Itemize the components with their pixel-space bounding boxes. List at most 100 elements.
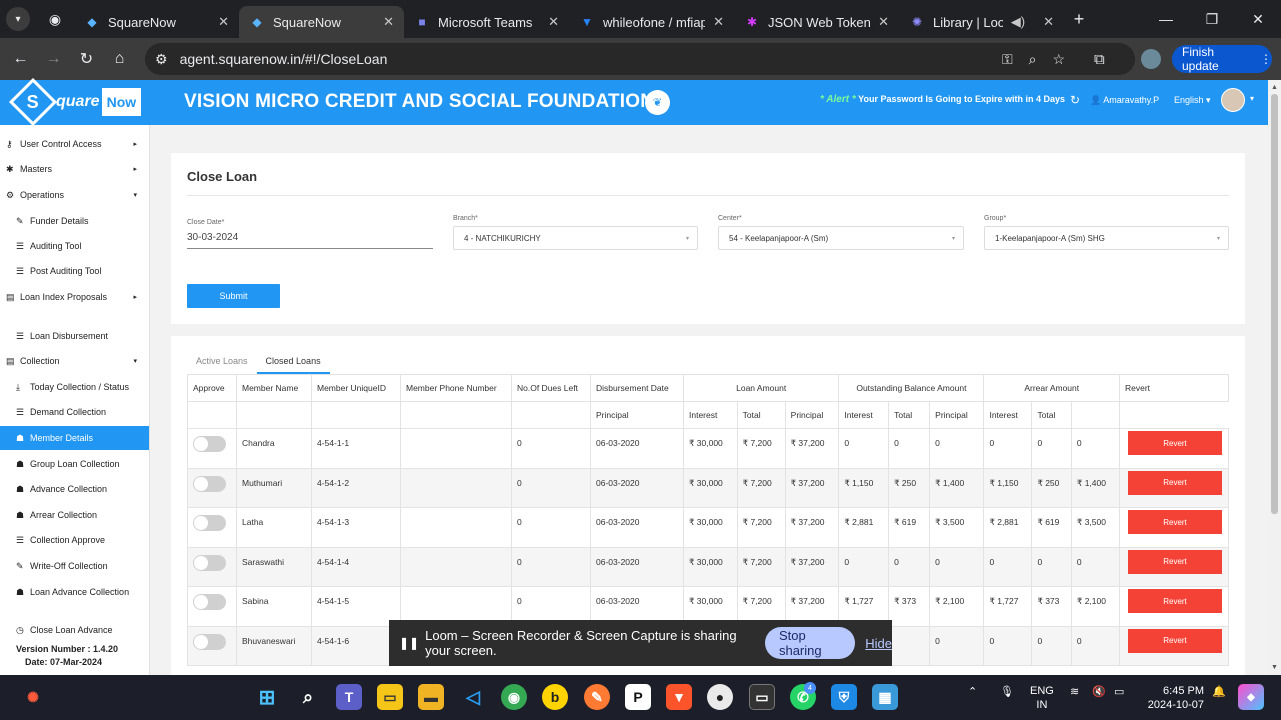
revert-button[interactable]: Revert (1128, 549, 1222, 574)
password-key-icon[interactable]: ⚿ (1002, 51, 1013, 68)
browser-tab[interactable]: ✺ Library | Loom ◀) ✕ (899, 6, 1064, 38)
revert-button[interactable]: Revert (1128, 510, 1222, 534)
revert-button[interactable]: Revert (1128, 470, 1222, 495)
tab-active-loans[interactable]: Active Loans (187, 348, 257, 374)
page-scrollbar[interactable]: ▲ ▼ (1268, 80, 1281, 675)
center-select[interactable]: 54 - Keelapanjapoor-A (Sm) ▾ (718, 226, 964, 250)
input-language[interactable]: ENG IN (1030, 684, 1054, 712)
branch-select[interactable]: 4 - NATCHIKURICHY ▾ (453, 226, 698, 250)
site-info-icon[interactable]: ⚙ (155, 51, 168, 68)
approve-toggle[interactable] (193, 436, 226, 452)
terminal-icon[interactable]: ▭ (749, 684, 775, 710)
chrome-icon[interactable]: ◉ (501, 684, 527, 710)
browser-tab[interactable]: ■ Microsoft Teams ✕ (404, 6, 569, 38)
bookmark-star-icon[interactable]: ☆ (1052, 51, 1065, 68)
sidebar-item-operations[interactable]: ⚙ Operations ▾ (0, 183, 149, 207)
home-icon[interactable]: ⌂ (103, 50, 136, 68)
postman-icon[interactable]: ✎ (584, 684, 610, 710)
close-window-icon[interactable]: ✕ (1235, 11, 1281, 28)
sidebar-item-member-details[interactable]: ☗ Member Details (0, 426, 149, 450)
browser-tab[interactable]: ✱ JSON Web Tokens - ✕ (734, 6, 899, 38)
hide-link[interactable]: Hide (865, 636, 892, 651)
battery-icon[interactable]: ▭ (1114, 685, 1124, 698)
loom-tray-icon[interactable]: ✺ (20, 684, 46, 710)
search-icon[interactable]: ⌕ (295, 684, 321, 710)
squarenow-logo[interactable]: S quare Now (8, 77, 142, 127)
revert-button[interactable]: Revert (1128, 431, 1222, 455)
approve-toggle[interactable] (193, 475, 226, 492)
finish-update-button[interactable]: Finish update ⋮ (1172, 45, 1272, 73)
vscode-icon[interactable]: ◁ (460, 684, 486, 710)
tray-chevron-up-icon[interactable]: ⌃ (968, 685, 977, 698)
close-tab-icon[interactable]: ✕ (1043, 14, 1054, 30)
approve-toggle[interactable] (193, 633, 226, 650)
microphone-icon[interactable]: 🎙 (1000, 685, 1014, 698)
system-clock[interactable]: 6:45 PM 2024-10-07 (1146, 684, 1204, 712)
close-tab-icon[interactable]: ✕ (713, 14, 724, 30)
sidebar-item-collection[interactable]: ▤ Collection ▾ (0, 349, 149, 373)
github-icon[interactable]: ● (707, 684, 733, 710)
volume-muted-icon[interactable]: 🔇 (1092, 685, 1106, 698)
close-date-field[interactable]: Close Date* 30-03-2024 (187, 219, 433, 249)
sidebar-item-post-auditing-tool[interactable]: ☰ Post Auditing Tool (0, 259, 149, 283)
teams-icon[interactable]: T (336, 684, 362, 710)
bing-icon[interactable]: b (542, 684, 568, 710)
wifi-icon[interactable]: ≋ (1070, 685, 1079, 698)
minimize-icon[interactable]: — (1143, 11, 1189, 27)
record-icon[interactable]: ◉ (36, 11, 74, 28)
close-tab-icon[interactable]: ✕ (383, 14, 394, 30)
sidebar-item-loan-index-proposals[interactable]: ▤ Loan Index Proposals ▸ (0, 285, 149, 309)
sidebar-item-group-loan-collection[interactable]: ☗ Group Loan Collection (0, 452, 149, 476)
forward-icon[interactable]: → (37, 50, 70, 68)
scroll-up-icon[interactable]: ▲ (1271, 84, 1278, 91)
tab-search-button[interactable]: ▾ (0, 0, 36, 38)
defender-icon[interactable]: ⛨ (831, 684, 857, 710)
sidebar-item-arrear-collection[interactable]: ☗ Arrear Collection (0, 503, 149, 527)
reload-icon[interactable]: ↻ (70, 49, 103, 69)
tab-closed-loans[interactable]: Closed Loans (256, 348, 330, 374)
browser-tab-active[interactable]: ◆ SquareNow ✕ (239, 6, 404, 38)
avatar[interactable] (1221, 88, 1245, 112)
sidebar-item-advance-collection[interactable]: ☗ Advance Collection (0, 477, 149, 501)
notification-bell-icon[interactable]: 🔔 (1212, 685, 1226, 698)
stop-sharing-button[interactable]: Stop sharing (764, 627, 856, 659)
revert-button[interactable]: Revert (1128, 628, 1222, 653)
approve-toggle[interactable] (193, 554, 226, 571)
sidebar-item-write-off-collection[interactable]: ✎ Write-Off Collection (0, 554, 149, 578)
sidebar-item-close-loan-advance[interactable]: ◷ Close Loan Advance (0, 618, 149, 642)
brave-icon[interactable]: ▼ (666, 684, 692, 710)
extensions-icon[interactable]: ⧉ (1094, 51, 1105, 68)
new-tab-button[interactable]: + (1064, 9, 1094, 30)
group-select[interactable]: 1-Keelapanjapoor-A (Sm) SHG ▾ (984, 226, 1229, 250)
back-icon[interactable]: ← (4, 50, 37, 68)
approve-toggle[interactable] (193, 594, 226, 610)
pdf-reader-icon[interactable]: P (625, 684, 651, 710)
scroll-down-icon[interactable]: ▼ (1271, 664, 1278, 671)
file-explorer-icon[interactable]: ▬ (418, 684, 444, 710)
copilot-icon[interactable]: ◆ (1238, 684, 1264, 710)
approve-toggle[interactable] (193, 515, 226, 531)
windows-start-icon[interactable]: ⊞ (254, 684, 280, 710)
profile-avatar[interactable] (1141, 49, 1161, 69)
sidebar-item-today-collection-status[interactable]: ⤓ Today Collection / Status (0, 375, 149, 399)
refresh-icon[interactable]: ↻ (1070, 93, 1080, 107)
sidebar-item-auditing-tool[interactable]: ☰ Auditing Tool (0, 234, 149, 258)
revert-button[interactable]: Revert (1128, 589, 1222, 613)
sidebar-item-masters[interactable]: ✱ Masters ▸ (0, 157, 149, 181)
maximize-icon[interactable]: ❐ (1189, 11, 1235, 28)
sidebar-item-loan-disbursement[interactable]: ☰ Loan Disbursement (0, 324, 149, 348)
pause-icon[interactable]: ❚❚ (399, 636, 419, 650)
chevron-down-icon[interactable]: ▾ (1250, 94, 1254, 103)
sidebar-item-funder-details[interactable]: ✎ Funder Details (0, 209, 149, 233)
browser-tab[interactable]: ▼ whileofone / mfiapi ✕ (569, 6, 734, 38)
sidebar-item-collection-approve[interactable]: ☰ Collection Approve (0, 528, 149, 552)
close-tab-icon[interactable]: ✕ (878, 14, 889, 30)
close-tab-icon[interactable]: ✕ (548, 14, 559, 30)
language-select[interactable]: English ▾ (1174, 95, 1211, 106)
address-bar[interactable]: ⚙ agent.squarenow.in/#!/CloseLoan ⚿ ⌕ ☆ (145, 43, 1135, 75)
sidebar-item-loan-advance-collection[interactable]: ☗ Loan Advance Collection (0, 580, 149, 604)
close-tab-icon[interactable]: ✕ (218, 14, 229, 30)
scrollbar-thumb[interactable] (1271, 94, 1278, 514)
sticky-notes-icon[interactable]: ▭ (377, 684, 403, 710)
sidebar-item-demand-collection[interactable]: ☰ Demand Collection (0, 400, 149, 424)
